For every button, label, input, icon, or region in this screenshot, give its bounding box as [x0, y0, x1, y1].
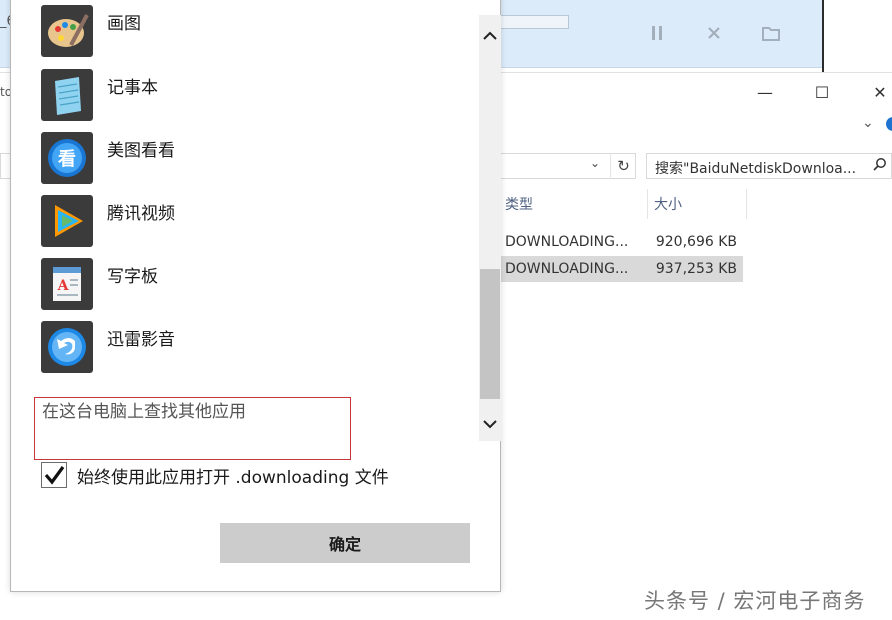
scroll-up-icon[interactable] — [479, 25, 501, 47]
app-label: 美图看看 — [107, 141, 175, 161]
always-use-label: 始终使用此应用打开 .downloading 文件 — [77, 468, 389, 488]
wordpad-icon: A — [41, 258, 93, 310]
app-label: 写字板 — [107, 267, 158, 287]
app-label: 腾讯视频 — [107, 204, 175, 224]
app-label: 记事本 — [107, 78, 158, 98]
file-type: DOWNLOADING... — [505, 261, 629, 277]
refresh-icon[interactable]: ↻ — [610, 153, 636, 179]
app-list-scrollbar[interactable] — [479, 15, 501, 441]
checkmark-icon — [44, 466, 65, 485]
scroll-down-icon[interactable] — [479, 413, 501, 435]
file-row-selected[interactable]: DOWNLOADING... 937,253 KB — [500, 256, 743, 282]
file-size: 937,253 KB — [655, 261, 737, 277]
ok-button[interactable]: 确定 — [220, 523, 470, 563]
notepad-icon — [41, 69, 93, 121]
find-more-apps-link[interactable]: 在这台电脑上查找其他应用 — [42, 397, 246, 422]
watermark: 头条号 / 宏河电子商务 — [644, 589, 866, 613]
app-item-wordpad[interactable]: A 写字板 — [41, 258, 471, 312]
always-use-option[interactable]: 始终使用此应用打开 .downloading 文件 — [41, 461, 471, 489]
file-type: DOWNLOADING... — [505, 234, 629, 250]
tencent-video-icon — [41, 195, 93, 247]
download-bar-edge — [822, 0, 892, 72]
download-progress-bar — [500, 15, 569, 29]
help-icon[interactable] — [886, 117, 892, 131]
column-header-size[interactable]: 大小 — [649, 189, 747, 219]
app-list: 画图 记事本 看 美图看看 腾讯视频 A 写字板 迅雷影音 在这台电脑上查找其他… — [11, 0, 479, 441]
app-item-xunlei-player[interactable]: 迅雷影音 — [41, 321, 471, 375]
scroll-thumb[interactable] — [480, 269, 500, 399]
always-use-checkbox[interactable] — [41, 462, 67, 488]
app-item-notepad[interactable]: 记事本 — [41, 69, 471, 123]
file-row[interactable]: DOWNLOADING... 920,696 KB — [500, 229, 743, 255]
close-icon[interactable] — [703, 22, 725, 44]
address-dropdown-icon[interactable]: ⌄ — [590, 156, 600, 170]
svg-text:A: A — [57, 278, 70, 294]
app-label: 迅雷影音 — [107, 330, 175, 350]
search-input[interactable]: 搜索"BaiduNetdiskDownloa... — [646, 153, 892, 179]
app-item-paint[interactable]: 画图 — [41, 5, 471, 59]
close-window-button[interactable]: ✕ — [860, 81, 892, 103]
app-item-meitu-viewer[interactable]: 看 美图看看 — [41, 132, 471, 186]
meitu-viewer-icon: 看 — [41, 132, 93, 184]
column-header-type[interactable]: 类型 — [500, 189, 648, 219]
file-size: 920,696 KB — [655, 234, 737, 250]
screen: _6 to 文E — ☐ ✕ ⌄ ⌄ ↻ 搜索"BaiduNetdiskDown… — [0, 0, 892, 620]
ribbon-expand-icon[interactable]: ⌄ — [862, 115, 874, 131]
search-icon[interactable] — [873, 157, 887, 175]
app-label: 画图 — [107, 14, 141, 34]
maximize-button[interactable]: ☐ — [802, 81, 842, 103]
xunlei-player-icon — [41, 321, 93, 373]
open-with-dialog: 画图 记事本 看 美图看看 腾讯视频 A 写字板 迅雷影音 在这台电脑上查找其他… — [10, 0, 501, 592]
svg-text:看: 看 — [57, 148, 76, 170]
pause-icon[interactable] — [646, 22, 668, 44]
search-placeholder: 搜索"BaiduNetdiskDownloa... — [655, 161, 857, 177]
app-item-tencent-video[interactable]: 腾讯视频 — [41, 195, 471, 249]
minimize-button[interactable]: — — [745, 81, 785, 103]
paint-icon — [41, 5, 93, 57]
folder-icon[interactable] — [760, 22, 782, 44]
